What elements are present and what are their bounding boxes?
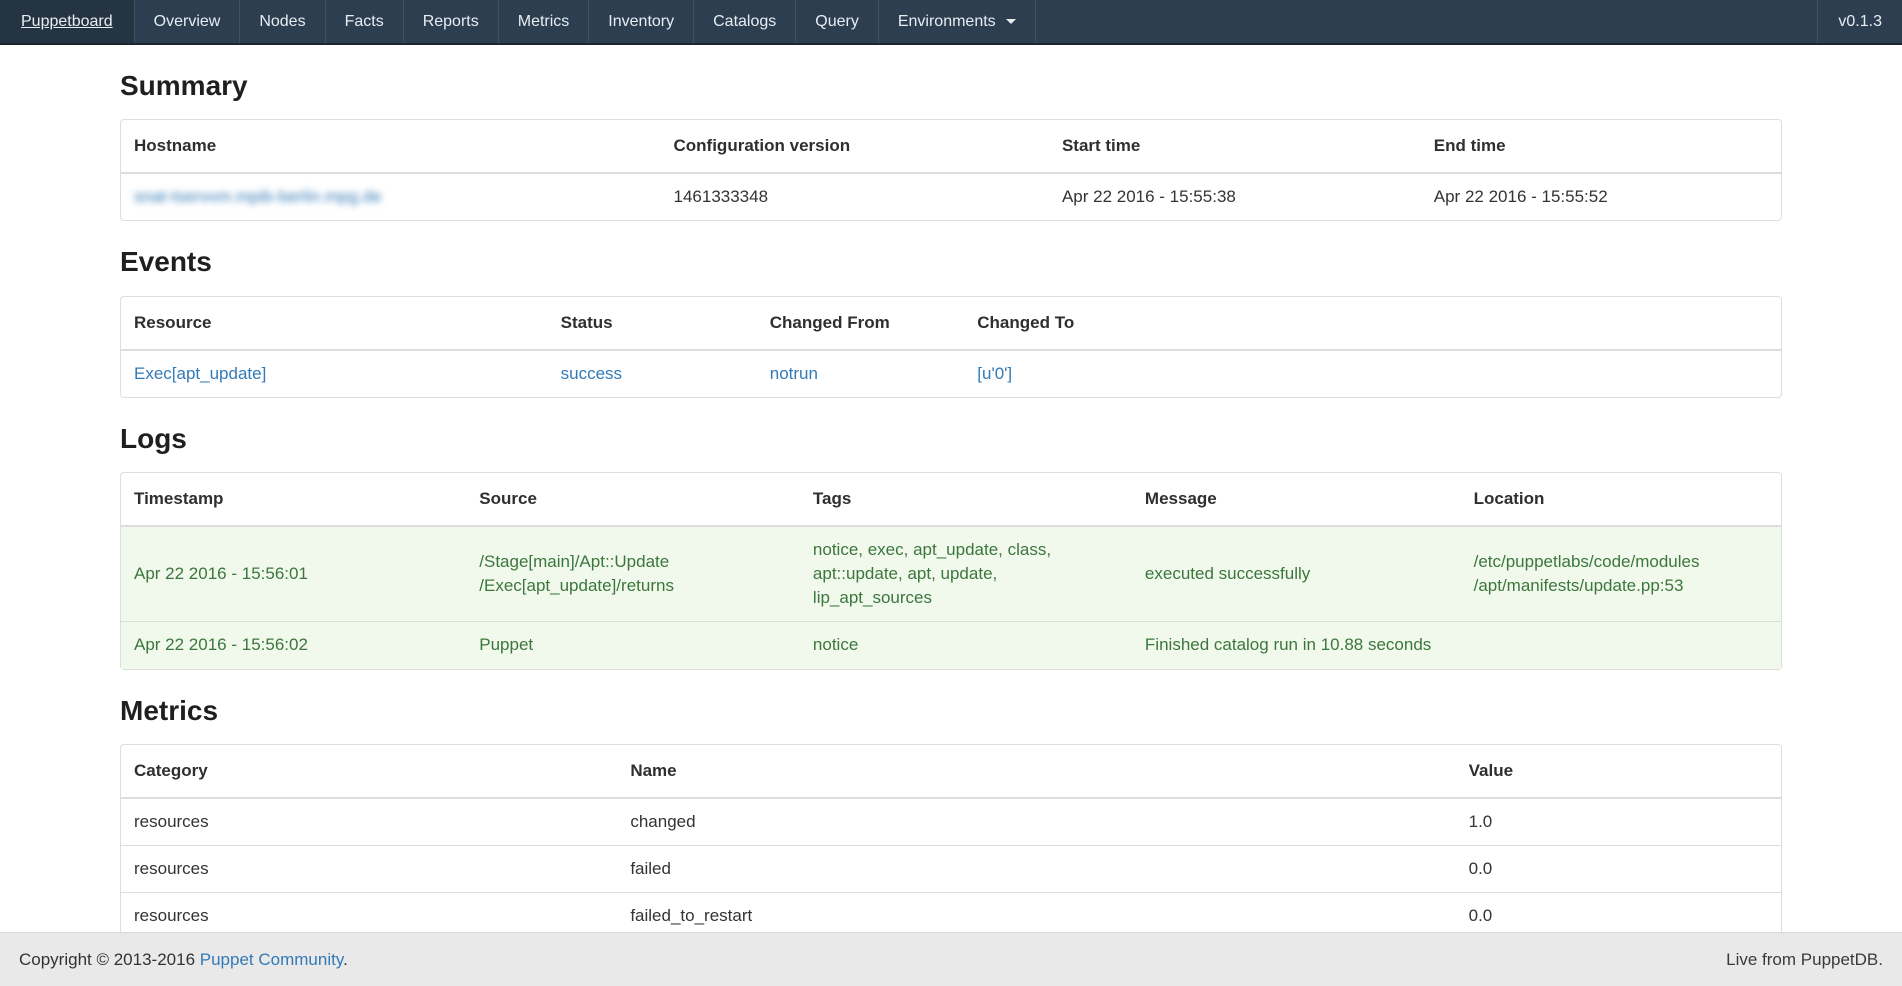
log-tags: notice, exec, apt_update, class, apt::up…: [800, 526, 1132, 622]
app-version-label: v0.1.3: [1817, 0, 1902, 43]
configuration-version-value: 1461333348: [661, 173, 1049, 220]
metric-row: resources changed 1.0: [121, 798, 1781, 846]
metrics-header-category: Category: [121, 745, 617, 798]
logs-header-location: Location: [1461, 473, 1781, 526]
nav-item-inventory[interactable]: Inventory: [589, 0, 694, 43]
navbar-spacer: [1036, 0, 1818, 43]
nav-item-query[interactable]: Query: [796, 0, 879, 43]
start-time-value: Apr 22 2016 - 15:55:38: [1049, 173, 1421, 220]
summary-header-start-time: Start time: [1049, 120, 1421, 173]
logs-header-timestamp: Timestamp: [121, 473, 466, 526]
events-header-resource: Resource: [121, 297, 548, 350]
metric-value: 0.0: [1456, 846, 1781, 893]
logs-header-tags: Tags: [800, 473, 1132, 526]
footer: Copyright © 2013-2016 Puppet Community. …: [0, 932, 1902, 986]
caret-down-icon: [1006, 19, 1016, 24]
metric-value: 1.0: [1456, 798, 1781, 846]
event-status-link[interactable]: success: [561, 364, 622, 383]
navbar-brand[interactable]: Puppetboard: [0, 0, 135, 43]
event-changed-from-link[interactable]: notrun: [770, 364, 818, 383]
log-message: executed successfully: [1132, 526, 1461, 622]
copyright-prefix: Copyright © 2013-2016: [19, 950, 195, 969]
summary-header-end-time: End time: [1421, 120, 1781, 173]
event-resource-link[interactable]: Exec[apt_update]: [134, 364, 266, 383]
log-tags: notice: [800, 622, 1132, 669]
logs-header-source: Source: [466, 473, 800, 526]
event-row: Exec[apt_update] success notrun [u'0']: [121, 350, 1781, 397]
event-changed-to-link[interactable]: [u'0']: [977, 364, 1012, 383]
events-section-title: Events: [120, 246, 1782, 278]
end-time-value: Apr 22 2016 - 15:55:52: [1421, 173, 1781, 220]
nav-item-facts[interactable]: Facts: [326, 0, 404, 43]
summary-header-hostname: Hostname: [121, 120, 661, 173]
log-location: [1461, 622, 1781, 669]
nav-item-nodes[interactable]: Nodes: [240, 0, 325, 43]
metrics-header-name: Name: [617, 745, 1455, 798]
metric-name: failed: [617, 846, 1455, 893]
log-message: Finished catalog run in 10.88 seconds: [1132, 622, 1461, 669]
summary-row: snat-tservvm.mpib-berlin.mpg.de 14613333…: [121, 173, 1781, 220]
navbar: Puppetboard Overview Nodes Facts Reports…: [0, 0, 1902, 45]
metric-row: resources failed 0.0: [121, 846, 1781, 893]
hostname-link[interactable]: snat-tservvm.mpib-berlin.mpg.de: [134, 187, 382, 206]
metrics-table: Category Name Value resources changed 1.…: [120, 744, 1782, 963]
summary-section-title: Summary: [120, 70, 1782, 102]
events-header-status: Status: [548, 297, 757, 350]
copyright-suffix: .: [343, 950, 348, 969]
log-row: Apr 22 2016 - 15:56:01 /Stage[main]/Apt:…: [121, 526, 1781, 622]
events-header-changed-from: Changed From: [757, 297, 965, 350]
log-source: Puppet: [466, 622, 800, 669]
nav-item-overview[interactable]: Overview: [135, 0, 241, 43]
nav-item-environments-dropdown[interactable]: Environments: [879, 0, 1036, 43]
puppet-community-link[interactable]: Puppet Community: [200, 950, 343, 969]
report-content: Summary Hostname Configuration version S…: [120, 70, 1782, 963]
live-from-puppetdb-text: Live from PuppetDB.: [1726, 950, 1883, 970]
metric-category: resources: [121, 846, 617, 893]
metrics-header-value: Value: [1456, 745, 1781, 798]
metric-category: resources: [121, 798, 617, 846]
log-source: /Stage[main]/Apt::Update /Exec[apt_updat…: [466, 526, 800, 622]
nav-item-environments-label: Environments: [898, 13, 996, 31]
log-timestamp: Apr 22 2016 - 15:56:02: [121, 622, 466, 669]
nav-item-reports[interactable]: Reports: [404, 0, 499, 43]
nav-item-catalogs[interactable]: Catalogs: [694, 0, 796, 43]
summary-table: Hostname Configuration version Start tim…: [120, 119, 1782, 221]
metrics-section-title: Metrics: [120, 695, 1782, 727]
logs-table: Timestamp Source Tags Message Location A…: [120, 472, 1782, 670]
events-header-changed-to: Changed To: [964, 297, 1781, 350]
logs-section-title: Logs: [120, 423, 1782, 455]
copyright-text: Copyright © 2013-2016 Puppet Community.: [19, 950, 348, 970]
nav-item-metrics[interactable]: Metrics: [499, 0, 590, 43]
events-table: Resource Status Changed From Changed To …: [120, 296, 1782, 398]
metric-name: changed: [617, 798, 1455, 846]
log-location: /etc/puppetlabs/code/modules /apt/manife…: [1461, 526, 1781, 622]
log-timestamp: Apr 22 2016 - 15:56:01: [121, 526, 466, 622]
logs-header-message: Message: [1132, 473, 1461, 526]
log-row: Apr 22 2016 - 15:56:02 Puppet notice Fin…: [121, 622, 1781, 669]
summary-header-config-version: Configuration version: [661, 120, 1049, 173]
